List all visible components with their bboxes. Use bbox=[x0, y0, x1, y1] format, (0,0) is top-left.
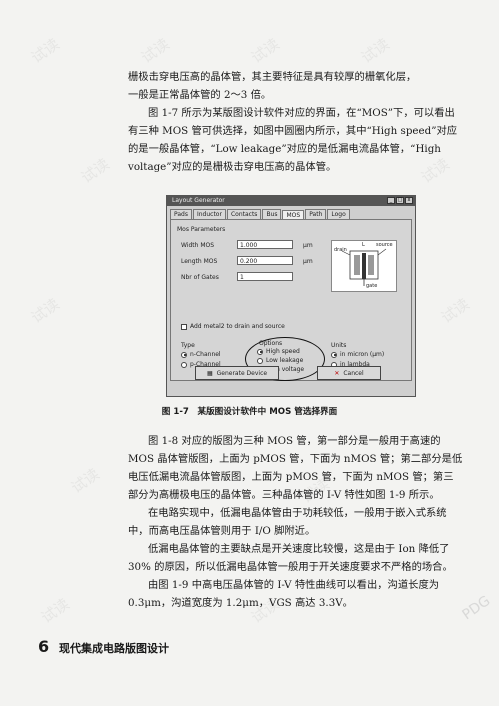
intro-line-1: 栅极击穿电压高的晶体管，其主要特征是具有较厚的栅氧化层， bbox=[128, 71, 417, 83]
radio-low-leakage[interactable]: Low leakage bbox=[257, 357, 303, 364]
watermark-text: 试读 bbox=[357, 34, 393, 67]
schematic-source-label: source bbox=[376, 242, 393, 248]
schematic-gate-label: gate bbox=[366, 283, 378, 289]
watermark-text: 试读 bbox=[27, 34, 63, 67]
page-footer: 6 现代集成电路版图设计 bbox=[38, 637, 169, 656]
radio-selected-icon[interactable] bbox=[181, 351, 187, 358]
minimize-icon[interactable]: _ bbox=[387, 197, 395, 204]
length-label: Length MOS bbox=[181, 258, 218, 265]
n-channel-label: n-Channel bbox=[190, 351, 221, 358]
close-icon[interactable]: x bbox=[405, 197, 413, 204]
add-metal2-checkbox[interactable]: Add metal2 to drain and source bbox=[181, 323, 285, 330]
in-micron-label: in micron (µm) bbox=[340, 351, 385, 358]
cancel-label: Cancel bbox=[343, 369, 364, 377]
maximize-icon[interactable]: □ bbox=[396, 197, 404, 204]
paragraph-3: 图 1-8 对应的版图为三种 MOS 管，第一部分是一般用于高速的 MOS 晶体… bbox=[128, 435, 463, 501]
dialog-titlebar: Layout Generator _ □ x bbox=[167, 196, 415, 206]
high-speed-label: High speed bbox=[266, 348, 300, 355]
low-leakage-label: Low leakage bbox=[266, 357, 304, 364]
options-group-label: Options bbox=[259, 340, 283, 347]
mos-panel: Mos Parameters Width MOS 1.000 µm Length… bbox=[170, 219, 412, 381]
tab-contacts[interactable]: Contacts bbox=[226, 209, 262, 219]
width-unit: µm bbox=[303, 242, 313, 249]
intro-line-2: 一般是正常晶体管的 2～3 倍。 bbox=[128, 89, 272, 101]
watermark-text: 试读 bbox=[27, 294, 63, 327]
radio-in-micron[interactable]: in micron (µm) bbox=[331, 351, 384, 358]
gates-input[interactable]: 1 bbox=[237, 272, 293, 281]
generate-device-label: Generate Device bbox=[216, 369, 268, 377]
schematic-drain-label: drain bbox=[334, 247, 347, 253]
length-unit: µm bbox=[303, 258, 313, 265]
tab-inductor[interactable]: Inductor bbox=[192, 209, 226, 219]
cancel-button[interactable]: ✕ Cancel bbox=[317, 366, 381, 380]
width-input[interactable]: 1.000 bbox=[237, 240, 293, 249]
dialog-title: Layout Generator bbox=[172, 197, 225, 204]
add-metal2-label: Add metal2 to drain and source bbox=[190, 323, 285, 330]
width-label: Width MOS bbox=[181, 242, 215, 249]
watermark-text: 试读 bbox=[37, 594, 73, 627]
intro-paragraph: 栅极击穿电压高的晶体管，其主要特征是具有较厚的栅氧化层， 一般是正常晶体管的 2… bbox=[128, 68, 463, 104]
radio-icon[interactable] bbox=[257, 357, 263, 364]
tab-bar: Pads Inductor Contacts Bus MOS Path Logo bbox=[167, 206, 415, 220]
tab-bus[interactable]: Bus bbox=[262, 209, 282, 219]
paragraph-4: 在电路实现中，低漏电晶体管由于功耗较低，一般用于嵌入式系统中，而高电压晶体管则用… bbox=[128, 507, 447, 537]
watermark-text: 试读 bbox=[67, 464, 103, 497]
mos-schematic: L source drain gate bbox=[331, 240, 397, 292]
mos-parameters-heading: Mos Parameters bbox=[177, 226, 226, 233]
radio-selected-icon[interactable] bbox=[257, 348, 263, 355]
type-group-label: Type bbox=[181, 342, 195, 349]
tab-logo[interactable]: Logo bbox=[327, 209, 350, 219]
book-title: 现代集成电路版图设计 bbox=[58, 642, 169, 655]
cancel-x-icon: ✕ bbox=[334, 369, 340, 377]
figure-caption: 图 1-7 某版图设计软件中 MOS 管选择界面 bbox=[161, 407, 338, 417]
radio-n-channel[interactable]: n-Channel bbox=[181, 351, 221, 358]
radio-selected-icon[interactable] bbox=[331, 351, 337, 358]
watermark-text: 试读 bbox=[77, 154, 113, 187]
layout-generator-dialog: Layout Generator _ □ x Pads Inductor Con… bbox=[166, 195, 416, 397]
gates-label: Nbr of Gates bbox=[181, 274, 219, 281]
watermark-text: 试读 bbox=[437, 294, 473, 327]
window-controls: _ □ x bbox=[387, 197, 413, 204]
pdg-stamp-text: PDG bbox=[459, 592, 494, 624]
radio-icon[interactable] bbox=[181, 361, 187, 368]
page-number: 6 bbox=[38, 637, 50, 656]
tab-pads[interactable]: Pads bbox=[170, 209, 192, 219]
schematic-l-label: L bbox=[362, 242, 365, 248]
paragraph-2-text: 图 1-7 所示为某版图设计软件对应的界面，在“MOS”下，可以看出有三种 MO… bbox=[128, 107, 458, 173]
watermark-text: 试读 bbox=[247, 34, 283, 67]
length-input[interactable]: 0.200 bbox=[237, 256, 293, 265]
tab-path[interactable]: Path bbox=[305, 209, 327, 219]
watermark-text: 试读 bbox=[137, 34, 173, 67]
checkbox-box[interactable] bbox=[181, 323, 187, 330]
generate-device-button[interactable]: ▦ Generate Device bbox=[195, 366, 279, 380]
generate-icon: ▦ bbox=[206, 369, 213, 377]
paragraph-2: 图 1-7 所示为某版图设计软件对应的界面，在“MOS”下，可以看出有三种 MO… bbox=[128, 104, 463, 176]
radio-high-speed[interactable]: High speed bbox=[257, 348, 300, 355]
units-group-label: Units bbox=[331, 342, 347, 349]
